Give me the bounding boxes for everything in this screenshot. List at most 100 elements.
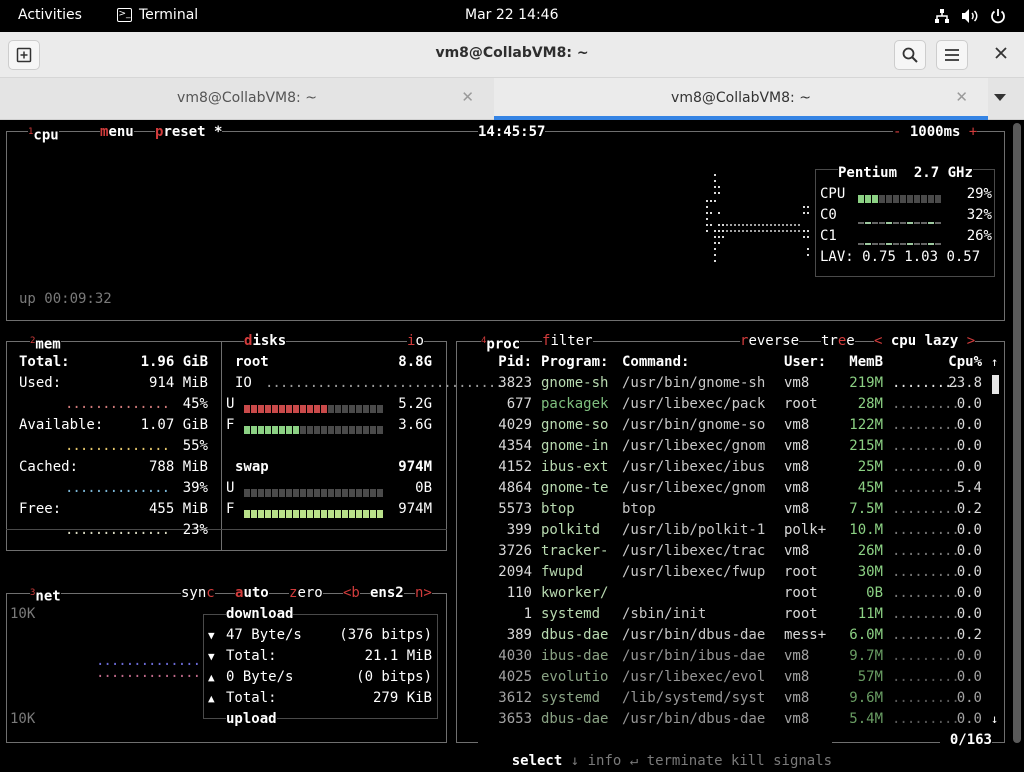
- col-memb[interactable]: MemB: [845, 352, 883, 373]
- proc-scrollbar-thumb[interactable]: [992, 375, 999, 394]
- proc-tree-toggle[interactable]: tree: [821, 331, 855, 352]
- proc-row[interactable]: 399 polkitd/usr/lib/polkit-1 polk+ 10.M....…: [460, 520, 990, 541]
- app-menu[interactable]: Terminal: [139, 7, 198, 23]
- activities-button[interactable]: Activities: [18, 7, 82, 23]
- clock[interactable]: Mar 22 14:46: [465, 7, 558, 23]
- menu-button[interactable]: menu: [100, 122, 134, 143]
- kill-button[interactable]: kill: [731, 753, 765, 769]
- scroll-down-icon[interactable]: ↓: [991, 709, 998, 730]
- proc-cpu: 0.0: [956, 711, 982, 727]
- proc-row[interactable]: 110 kworker/root 0B......... 0.0: [460, 583, 990, 604]
- col-user[interactable]: User:: [784, 352, 826, 373]
- proc-row[interactable]: 1 systemd/sbin/init root 11M......... 0.0: [460, 604, 990, 625]
- net-upload-graph: ..............: [96, 665, 201, 681]
- col-cpu[interactable]: Cpu%: [940, 352, 982, 373]
- proc-cpu: 0.0: [956, 690, 982, 706]
- proc-mem: 57M: [857, 669, 883, 685]
- volume-icon[interactable]: [961, 8, 979, 28]
- select-button[interactable]: select: [512, 753, 563, 769]
- scroll-up-icon[interactable]: ↑: [991, 352, 998, 373]
- net-zero-toggle[interactable]: zero: [289, 583, 323, 604]
- swap-label: swap: [235, 459, 269, 475]
- proc-row[interactable]: 4030 ibus-dae/usr/bin/ibus-dae vm8 9.7M....…: [460, 646, 990, 667]
- meter-cell: [258, 489, 264, 497]
- meter-cell: [314, 489, 320, 497]
- meter-cell: [314, 405, 320, 413]
- net-prev-iface[interactable]: <b: [343, 583, 360, 604]
- proc-user: root: [784, 564, 818, 580]
- info-button[interactable]: info: [588, 753, 622, 769]
- signals-button[interactable]: signals: [773, 753, 832, 769]
- proc-user: vm8: [784, 480, 810, 496]
- proc-row[interactable]: 4864 gnome-te/usr/libexec/gnom vm8 45M.....…: [460, 478, 990, 499]
- net-next-iface[interactable]: n>: [415, 583, 432, 604]
- proc-command: /usr/libexec/evol: [622, 669, 766, 685]
- interval-control[interactable]: - 1000ms +: [893, 122, 978, 143]
- proc-row[interactable]: 5573 btop btop vm8 7.5M......... 0.2: [460, 499, 990, 520]
- proc-command: /usr/libexec/gnom: [622, 438, 766, 454]
- cpu-box-header: 1cpu: [28, 122, 59, 147]
- terminal-content[interactable]: 1cpu menu preset * 14:45:57 - 1000ms + P…: [0, 121, 1024, 772]
- proc-row[interactable]: 2094 fwupd/usr/libexec/fwup root 30M.......…: [460, 562, 990, 583]
- proc-sort-selector[interactable]: < cpu lazy >: [874, 331, 976, 352]
- proc-program: evolutio: [541, 669, 609, 685]
- network-icon[interactable]: [934, 8, 950, 28]
- proc-pid: 2094: [498, 564, 532, 580]
- mem-3-label: Free:: [19, 501, 62, 517]
- net-auto-toggle[interactable]: auto: [235, 583, 269, 604]
- net-row-arrow-icon: ▲: [208, 671, 215, 684]
- close-window-button[interactable]: [986, 45, 1016, 63]
- meter-cell: [886, 195, 892, 203]
- cpu-row-label: C1: [820, 228, 837, 244]
- meter-cell: [335, 405, 341, 413]
- disk-used-row: U: [226, 396, 235, 412]
- col-command[interactable]: Command:: [622, 352, 689, 373]
- proc-program: gnome-te: [541, 480, 609, 496]
- meter-cell: [307, 489, 313, 497]
- preset-button[interactable]: preset *: [155, 122, 223, 143]
- mem-0-graph: ..............: [65, 396, 170, 412]
- proc-cpu: 0.2: [956, 627, 982, 643]
- proc-row[interactable]: 3726 tracker-/usr/libexec/trac vm8 26M.....…: [460, 541, 990, 562]
- meter-cell: [907, 222, 913, 224]
- proc-row[interactable]: 4025 evolutio/usr/libexec/evol vm8 57M.....…: [460, 667, 990, 688]
- tab-dropdown-icon[interactable]: [994, 94, 1006, 101]
- meter-cell: [921, 222, 927, 224]
- proc-user: root: [784, 585, 818, 601]
- proc-row[interactable]: 3612 systemd/lib/systemd/syst vm8 9.6M.....…: [460, 688, 990, 709]
- proc-row[interactable]: 4152 ibus-ext/usr/libexec/ibus vm8 25M.....…: [460, 457, 990, 478]
- meter-cell: [900, 222, 906, 224]
- proc-program: fwupd: [541, 564, 584, 580]
- net-scale-bottom: 10K: [10, 711, 36, 727]
- tab-1-close-icon[interactable]: ✕: [461, 88, 474, 106]
- proc-pid: 3726: [498, 543, 532, 559]
- proc-row[interactable]: 677 packagek/usr/libexec/pack root 28M.....…: [460, 394, 990, 415]
- tab-2[interactable]: vm8@CollabVM8: ~ ✕: [494, 78, 988, 120]
- net-row-value: (0 bitps): [356, 669, 432, 685]
- meter-cell: [921, 243, 927, 245]
- tab-2-close-icon[interactable]: ✕: [955, 88, 968, 106]
- meter-cell: [265, 426, 271, 434]
- proc-row[interactable]: 3823 gnome-sh/usr/bin/gnome-sh vm8 219M....…: [460, 373, 990, 394]
- proc-user: vm8: [784, 438, 810, 454]
- proc-reverse-toggle[interactable]: reverse: [740, 331, 800, 352]
- proc-command: /lib/systemd/syst: [622, 690, 766, 706]
- proc-row[interactable]: 4354 gnome-in/usr/libexec/gnom vm8 215M....…: [460, 436, 990, 457]
- power-icon[interactable]: [990, 8, 1006, 28]
- hamburger-menu-button[interactable]: [936, 40, 968, 70]
- proc-row[interactable]: 4029 gnome-so/usr/bin/gnome-so vm8 122M....…: [460, 415, 990, 436]
- col-pid[interactable]: Pid:: [470, 352, 532, 373]
- tab-1[interactable]: vm8@CollabVM8: ~ ✕: [0, 78, 494, 120]
- meter-cell: [321, 489, 327, 497]
- col-program[interactable]: Program:: [541, 352, 608, 373]
- terminate-button[interactable]: terminate: [647, 753, 723, 769]
- proc-row[interactable]: 389 dbus-dae/usr/bin/dbus-dae mess+ 6.0M...…: [460, 625, 990, 646]
- proc-row[interactable]: 3653 dbus-dae/usr/bin/dbus-dae vm8 5.4M....…: [460, 709, 990, 730]
- search-button[interactable]: [894, 40, 926, 70]
- proc-filter-button[interactable]: filter: [542, 331, 593, 352]
- meter-cell: [300, 405, 306, 413]
- io-toggle[interactable]: io: [407, 331, 424, 352]
- net-sync-toggle[interactable]: sync: [181, 583, 215, 604]
- proc-program: gnome-so: [541, 417, 609, 433]
- terminal-scrollbar[interactable]: [1013, 123, 1021, 743]
